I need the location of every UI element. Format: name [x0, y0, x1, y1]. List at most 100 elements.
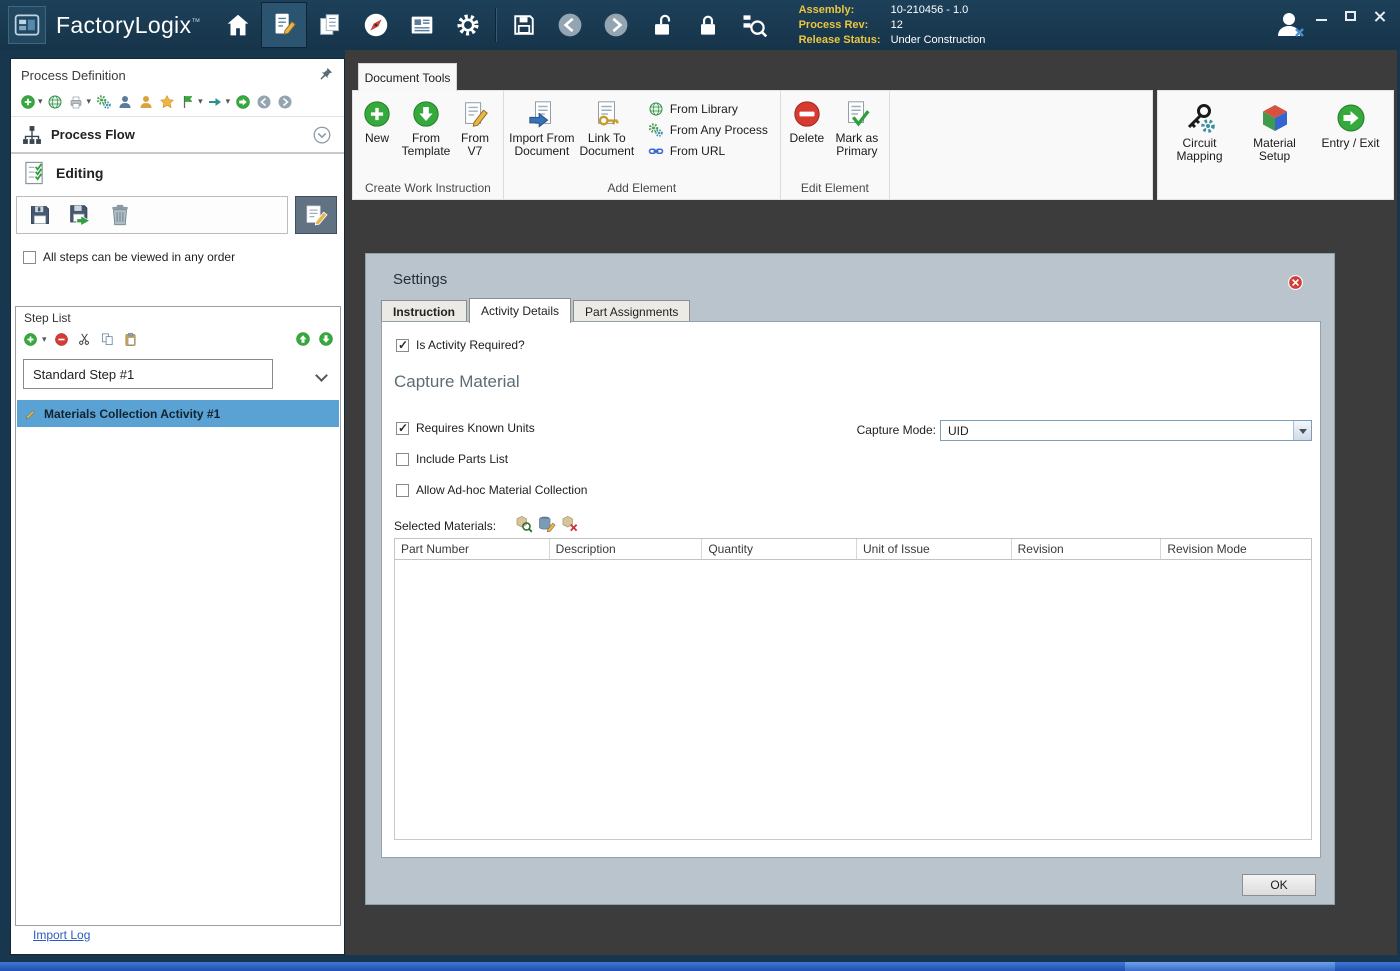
- ok-button[interactable]: OK: [1242, 874, 1316, 896]
- activate-icon[interactable]: [234, 93, 251, 110]
- link-to-document-button[interactable]: Link To Document: [576, 94, 638, 158]
- tab-part-assignments[interactable]: Part Assignments: [573, 300, 690, 323]
- add-step-icon[interactable]: [22, 331, 39, 348]
- documents-icon[interactable]: [307, 2, 353, 48]
- selected-materials-toolbar: [513, 513, 580, 534]
- lock-icon[interactable]: [685, 2, 731, 48]
- maximize-button[interactable]: [1345, 11, 1356, 21]
- chevron-down-icon[interactable]: [1293, 421, 1311, 440]
- process-flow-row[interactable]: Process Flow: [11, 116, 344, 152]
- group-label: Edit Element: [785, 179, 885, 199]
- unlock-icon[interactable]: [639, 2, 685, 48]
- caret-down-icon[interactable]: ▾: [42, 334, 47, 345]
- tab-instruction[interactable]: Instruction: [381, 300, 467, 323]
- user-icon[interactable]: [1272, 7, 1308, 43]
- include-parts-list-checkbox[interactable]: Include Parts List: [396, 452, 508, 466]
- move-up-icon[interactable]: [294, 331, 311, 348]
- add-icon[interactable]: [19, 93, 36, 110]
- delete-step-button[interactable]: [105, 200, 135, 230]
- search-materials-icon[interactable]: [513, 513, 534, 534]
- step-nav-buttons: [294, 331, 334, 348]
- import-step-button[interactable]: [65, 200, 95, 230]
- allow-adhoc-checkbox[interactable]: Allow Ad-hoc Material Collection: [396, 483, 587, 497]
- minimize-button[interactable]: [1316, 19, 1327, 21]
- copy-icon[interactable]: [99, 331, 116, 348]
- edit-materials-icon[interactable]: [536, 513, 557, 534]
- save-icon[interactable]: [501, 2, 547, 48]
- caret-down-icon[interactable]: ▾: [226, 96, 231, 107]
- remove-step-icon[interactable]: [53, 331, 70, 348]
- chevron-down-icon[interactable]: [315, 369, 328, 382]
- operator-icon[interactable]: [116, 93, 133, 110]
- tab-activity-details[interactable]: Activity Details: [469, 298, 571, 323]
- trademark: ™: [191, 16, 200, 26]
- caret-down-icon[interactable]: ▾: [38, 96, 43, 107]
- deploy-flag-icon[interactable]: [179, 93, 196, 110]
- from-template-button[interactable]: From Template: [397, 94, 455, 158]
- from-any-process-button[interactable]: From Any Process: [648, 122, 768, 138]
- delete-element-button[interactable]: Delete: [785, 94, 829, 145]
- entry-exit-button[interactable]: Entry / Exit: [1319, 97, 1383, 199]
- checkbox-label: Requires Known Units: [416, 421, 535, 435]
- requires-known-units-checkbox[interactable]: Requires Known Units: [396, 421, 535, 435]
- column-header[interactable]: Unit of Issue: [857, 539, 1012, 559]
- web-icon[interactable]: [47, 93, 64, 110]
- circuit-mapping-button[interactable]: Circuit Mapping: [1169, 97, 1231, 199]
- column-header[interactable]: Revision: [1012, 539, 1162, 559]
- paste-icon[interactable]: [122, 331, 139, 348]
- checkbox-box: [396, 453, 409, 466]
- from-library-button[interactable]: From Library: [648, 101, 768, 117]
- close-window-button[interactable]: [1374, 10, 1386, 22]
- activity-list-item[interactable]: Materials Collection Activity #1: [17, 400, 339, 427]
- column-header[interactable]: Part Number: [395, 539, 550, 559]
- remove-materials-icon[interactable]: [559, 513, 580, 534]
- entry-exit-icon: [1335, 102, 1367, 134]
- back-icon[interactable]: [547, 2, 593, 48]
- all-steps-checkbox[interactable]: All steps can be viewed in any order: [11, 238, 344, 272]
- from-url-icon: [648, 143, 664, 159]
- reports-icon[interactable]: [399, 2, 445, 48]
- column-header[interactable]: Quantity: [702, 539, 857, 559]
- activity-label: Materials Collection Activity #1: [44, 407, 220, 421]
- close-icon[interactable]: [1287, 274, 1304, 291]
- caret-down-icon[interactable]: ▾: [198, 96, 203, 107]
- pin-icon[interactable]: [319, 66, 334, 81]
- step-selector[interactable]: Standard Step #1: [23, 359, 273, 389]
- mark-as-primary-button[interactable]: Mark as Primary: [829, 94, 885, 158]
- work-instruction-icon[interactable]: [261, 2, 307, 48]
- document-tools-tab[interactable]: Document Tools: [358, 63, 457, 91]
- material-setup-button[interactable]: Material Setup: [1247, 97, 1303, 199]
- transfer-icon[interactable]: [207, 93, 224, 110]
- gear-icon[interactable]: [445, 2, 491, 48]
- from-v7-button[interactable]: From V7: [455, 94, 495, 158]
- home-icon[interactable]: [215, 2, 261, 48]
- column-header[interactable]: Description: [550, 539, 703, 559]
- from-url-button[interactable]: From URL: [648, 143, 768, 159]
- ribbon-tools: Circuit Mapping Material Setup Entry / E…: [1157, 90, 1394, 200]
- process-sync-icon[interactable]: [95, 93, 112, 110]
- capture-mode-select[interactable]: UID: [940, 420, 1312, 441]
- from-any-process-icon: [648, 122, 664, 138]
- history-forward-icon[interactable]: [276, 93, 293, 110]
- new-button[interactable]: New: [357, 94, 397, 145]
- navigator-icon[interactable]: [353, 2, 399, 48]
- settings-dialog: Settings Instruction Activity Details Pa…: [365, 253, 1335, 905]
- edit-notes-button[interactable]: [295, 196, 337, 234]
- import-from-document-button[interactable]: Import From Document: [508, 94, 576, 158]
- forward-icon[interactable]: [593, 2, 639, 48]
- expand-circle-icon[interactable]: [312, 125, 332, 145]
- move-down-icon[interactable]: [317, 331, 334, 348]
- print-icon[interactable]: [68, 93, 85, 110]
- quality-star-icon[interactable]: [158, 93, 175, 110]
- history-back-icon[interactable]: [255, 93, 272, 110]
- taskbar-window-button[interactable]: [1125, 962, 1335, 971]
- is-activity-required-checkbox[interactable]: Is Activity Required?: [396, 338, 525, 352]
- certification-icon[interactable]: [137, 93, 154, 110]
- caret-down-icon[interactable]: ▾: [87, 96, 92, 107]
- save-step-button[interactable]: [25, 200, 55, 230]
- audit-search-icon[interactable]: [731, 2, 777, 48]
- cut-icon[interactable]: [76, 331, 93, 348]
- column-header[interactable]: Revision Mode: [1161, 539, 1311, 559]
- import-log-link[interactable]: Import Log: [33, 928, 90, 942]
- ribbon-group-add-element: Import From Document Link To Document Fr…: [504, 91, 781, 199]
